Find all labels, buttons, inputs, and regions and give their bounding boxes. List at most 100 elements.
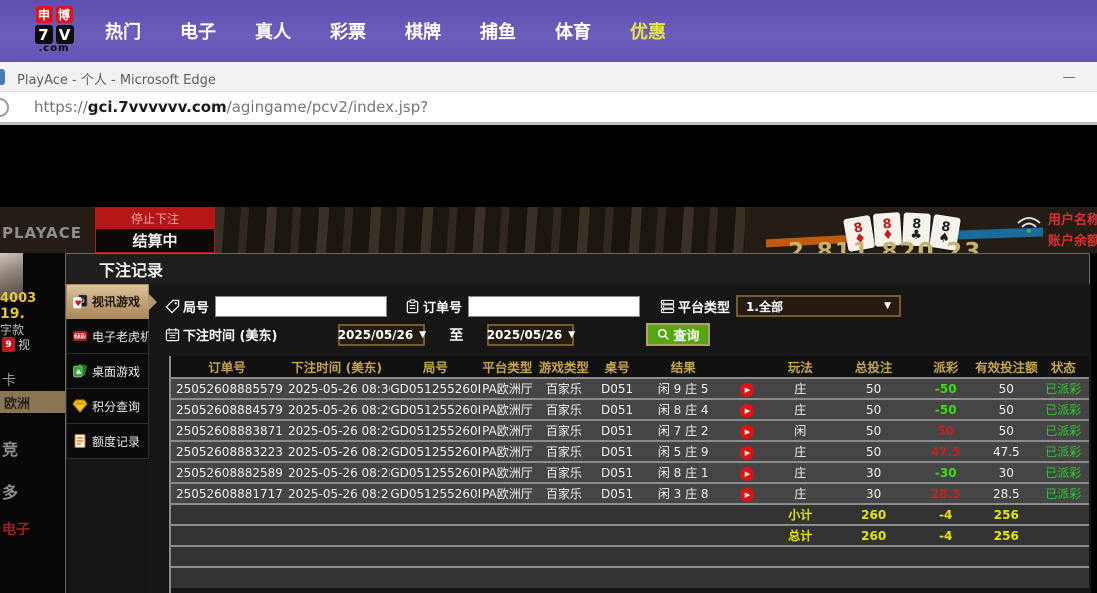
bet-row: 2505260888457952025-05-26 08:29:53GD0512… (171, 399, 1089, 420)
nav-item-lottery[interactable]: 彩票 (330, 18, 366, 44)
round-number-label: 局号 (165, 297, 215, 316)
column-header: 平台类型 (480, 356, 534, 378)
cell-table: D051 (593, 462, 641, 483)
order-number-input[interactable] (468, 296, 640, 317)
summary-label: 总计 (769, 525, 831, 546)
screen: 申 博 7 V .com 热门 电子 真人 彩票 棋牌 捕鱼 体育 优惠 Pla… (0, 0, 1097, 593)
cell-status: 已派彩 (1038, 378, 1089, 399)
site-info-icon[interactable] (0, 98, 9, 117)
cell-time: 2025-05-26 08:28:37 (283, 441, 390, 462)
balance-amount: 2.811.820.23 (788, 239, 982, 253)
sidebar-item-video-games[interactable]: 9 ♥ 视讯游戏 (66, 284, 149, 319)
date-to-select[interactable]: 2025/05/26 ▼ (487, 324, 574, 346)
column-header: 桌号 (593, 356, 641, 378)
column-header: 局号 (390, 356, 480, 378)
url-scheme: https:// (34, 98, 88, 116)
sidebar-item-points[interactable]: 积分查询 (66, 389, 149, 424)
replay-play-icon[interactable]: ▶ (740, 488, 754, 502)
nav-item-live[interactable]: 真人 (255, 18, 291, 44)
search-button[interactable]: 查询 (646, 323, 710, 346)
empty-row (171, 546, 1089, 567)
lobby-banner: PLAYACE 停止下注 结算中 8♦ 8♦ 8♣ 8♠ 2.811.820.2… (0, 207, 1097, 253)
column-header: 游戏类型 (534, 356, 593, 378)
search-button-label: 查询 (673, 325, 699, 344)
cell-play: 庄 (769, 399, 831, 420)
chevron-down-icon: ▼ (419, 330, 426, 340)
sidebar-item-table-games[interactable]: ♣ 桌面游戏 (66, 354, 149, 389)
cell-table: D051 (593, 441, 641, 462)
cell-bet: 50 (831, 441, 916, 462)
total-row: 总计260-4256 (171, 525, 1089, 546)
cell-result: 闲 5 庄 9 (641, 441, 725, 462)
cell-order: 250526088845795 (171, 399, 283, 420)
nav-item-sports[interactable]: 体育 (555, 18, 591, 44)
order-number-label: 订单号 (405, 297, 468, 316)
bg-text: 竞 (2, 436, 18, 460)
logo-v: V (56, 25, 74, 44)
cell-valid: 47.5 (975, 441, 1037, 462)
cell-payout: 28.5 (916, 483, 975, 504)
cell-status: 已派彩 (1038, 441, 1089, 462)
round-number-input[interactable] (215, 296, 387, 317)
bet-row: 2505260888171792025-05-26 08:27:18GD0512… (171, 483, 1089, 504)
cell-valid: 50 (975, 399, 1037, 420)
table-games-icon: ♣ (71, 363, 88, 380)
summary-payout: -4 (916, 525, 975, 546)
cell-platform: PA欧洲厅 (480, 378, 534, 399)
card-badge: 9 (2, 337, 15, 352)
bet-time-label: 下注时间 (美东) (165, 325, 283, 344)
cell-play: 闲 (769, 420, 831, 441)
modal-sidebar: 9 ♥ 视讯游戏 777 电子老虎机 (66, 284, 149, 459)
cell-play: 庄 (769, 483, 831, 504)
cell-time: 2025-05-26 08:29:13 (283, 420, 390, 441)
platform-list-icon (660, 299, 675, 314)
svg-text:777: 777 (75, 334, 86, 340)
nav-item-promo[interactable]: 优惠 (630, 18, 666, 44)
bet-records-modal: 下注记录 9 ♥ 视讯游戏 777 (65, 253, 1090, 593)
tab-icon (0, 69, 5, 85)
playace-brand: PLAYACE (2, 224, 82, 242)
replay-cell: ▶ (725, 441, 769, 462)
replay-play-icon[interactable]: ▶ (740, 383, 754, 397)
nav-item-fishing[interactable]: 捕鱼 (480, 18, 516, 44)
nav-item-slots[interactable]: 电子 (180, 18, 216, 44)
replay-play-icon[interactable]: ▶ (740, 425, 754, 439)
platform-type-select[interactable]: 1.全部 ▼ (736, 295, 901, 317)
column-header: 总投注 (831, 356, 916, 378)
site-logo[interactable]: 申 博 7 V .com (15, 6, 93, 53)
sidebar-item-credit[interactable]: 额度记录 (66, 424, 149, 459)
url-text[interactable]: https://gci.7vvvvvv.com/agingame/pcv2/in… (34, 98, 428, 116)
cell-bet: 50 (831, 399, 916, 420)
tag-icon (165, 299, 180, 314)
nav-item-hot[interactable]: 热门 (105, 18, 141, 44)
sidebar-item-label: 额度记录 (92, 433, 140, 450)
cell-status: 已派彩 (1038, 399, 1089, 420)
clipboard-icon (405, 299, 420, 314)
replay-play-icon[interactable]: ▶ (740, 404, 754, 418)
summary-label: 小计 (769, 504, 831, 525)
cell-table: D051 (593, 378, 641, 399)
cell-order: 250526088817179 (171, 483, 283, 504)
address-bar[interactable]: https://gci.7vvvvvv.com/agingame/pcv2/in… (0, 92, 1097, 125)
cell-round: GD051255260RV (390, 378, 480, 399)
cell-payout: 47.5 (916, 441, 975, 462)
cell-game: 百家乐 (534, 399, 593, 420)
cell-valid: 30 (975, 462, 1037, 483)
bg-text: 卡 (2, 370, 16, 390)
subtotal-row: 小计260-4256 (171, 504, 1089, 525)
platform-type-label: 平台类型 (660, 297, 736, 316)
date-from-select[interactable]: 2025/05/26 ▼ (338, 324, 425, 346)
cell-status: 已派彩 (1038, 483, 1089, 504)
replay-play-icon[interactable]: ▶ (740, 446, 754, 460)
sidebar-item-slots[interactable]: 777 电子老虎机 (66, 319, 149, 354)
cards-icon: 9 ♥ (71, 293, 88, 310)
minimize-button[interactable]: — (1057, 65, 1081, 89)
nav-item-board[interactable]: 棋牌 (405, 18, 441, 44)
banner-decor (215, 207, 745, 253)
cell-bet: 30 (831, 462, 916, 483)
cell-bet: 50 (831, 420, 916, 441)
sidebar-item-label: 桌面游戏 (92, 363, 140, 380)
bet-table-body: 2505260888557922025-05-26 08:30:45GD0512… (171, 378, 1089, 588)
cell-time: 2025-05-26 08:29:53 (283, 399, 390, 420)
replay-play-icon[interactable]: ▶ (740, 467, 754, 481)
